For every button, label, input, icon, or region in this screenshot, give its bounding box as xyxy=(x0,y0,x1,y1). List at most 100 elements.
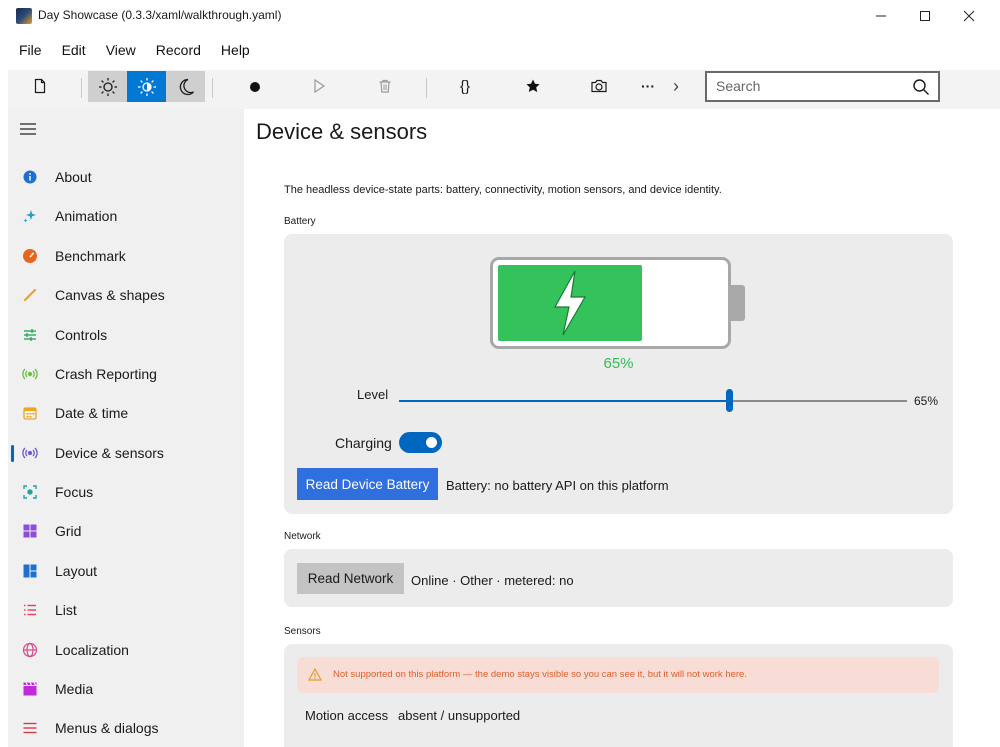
screenshot-button[interactable] xyxy=(580,70,618,102)
window-title: Day Showcase (0.3.3/xaml/walkthrough.yam… xyxy=(38,8,282,22)
list-icon xyxy=(22,602,38,618)
level-slider-thumb[interactable] xyxy=(726,389,733,412)
contrast-sun-icon xyxy=(137,77,156,96)
play-button[interactable] xyxy=(300,70,338,102)
focus-icon xyxy=(22,484,38,500)
gauge-icon xyxy=(22,248,38,264)
menu-view[interactable]: View xyxy=(96,38,146,64)
sidebar: About Animation Benchmark Canvas & shape… xyxy=(8,109,244,747)
motion-access-label: Motion access xyxy=(305,708,389,723)
sidebar-item-label: Device & sensors xyxy=(55,445,164,461)
maximize-button[interactable] xyxy=(902,0,948,32)
lightning-bolt-icon xyxy=(553,270,587,336)
sidebar-item-localization[interactable]: Localization xyxy=(8,632,244,668)
new-document-button[interactable] xyxy=(21,70,59,102)
sidebar-item-label: Benchmark xyxy=(55,248,126,264)
level-slider-fill xyxy=(399,400,729,402)
sidebar-item-menus-dialogs[interactable]: Menus & dialogs xyxy=(8,710,244,746)
search-icon[interactable] xyxy=(912,78,930,96)
sidebar-item-list[interactable]: List xyxy=(8,592,244,628)
sidebar-item-label: Crash Reporting xyxy=(55,366,157,382)
sensors-card: Not supported on this platform — the dem… xyxy=(284,644,953,747)
menu-edit[interactable]: Edit xyxy=(52,38,96,64)
menu-help[interactable]: Help xyxy=(211,38,260,64)
unsupported-warning: Not supported on this platform — the dem… xyxy=(297,657,939,693)
sidebar-item-crash-reporting[interactable]: Crash Reporting xyxy=(8,356,244,392)
chevron-right-icon: › xyxy=(673,75,679,96)
sidebar-item-controls[interactable]: Controls xyxy=(8,317,244,353)
menu-icon xyxy=(22,720,38,736)
sun-icon xyxy=(98,77,117,96)
sidebar-item-device-sensors[interactable]: Device & sensors xyxy=(8,435,244,471)
network-card: Read Network Online · Other · metered: n… xyxy=(284,549,953,607)
charging-label: Charging xyxy=(335,435,392,451)
sparkle-icon xyxy=(22,208,38,224)
hamburger-button[interactable] xyxy=(20,122,36,141)
main-content: Device & sensors The headless device-sta… xyxy=(244,109,1000,747)
toolbar: {} ··· › xyxy=(8,70,1000,109)
minimize-button[interactable] xyxy=(858,0,904,32)
sidebar-item-label: Animation xyxy=(55,208,118,224)
level-slider-value: 65% xyxy=(914,394,939,408)
menu-file[interactable]: File xyxy=(0,38,52,64)
level-slider[interactable] xyxy=(399,389,907,412)
sidebar-item-grid[interactable]: Grid xyxy=(8,513,244,549)
code-button[interactable]: {} xyxy=(446,70,484,102)
menu-bar: File Edit View Record Help xyxy=(0,38,260,64)
braces-icon: {} xyxy=(459,77,471,95)
sidebar-item-media[interactable]: Media xyxy=(8,671,244,707)
grid-icon xyxy=(22,523,38,539)
layout-icon xyxy=(22,563,38,579)
more-button[interactable]: ··· xyxy=(629,70,667,102)
sidebar-item-focus[interactable]: Focus xyxy=(8,474,244,510)
auto-theme-button[interactable] xyxy=(127,71,166,102)
document-icon xyxy=(34,78,46,94)
battery-level-fill xyxy=(498,265,642,341)
battery-section-label: Battery xyxy=(284,216,316,227)
sidebar-item-layout[interactable]: Layout xyxy=(8,553,244,589)
toolbar-separator xyxy=(426,78,427,98)
close-icon xyxy=(963,10,975,22)
battery-status-text: Battery: no battery API on this platform xyxy=(446,478,669,493)
read-device-battery-button[interactable]: Read Device Battery xyxy=(297,468,438,500)
sidebar-item-label: Media xyxy=(55,681,94,697)
menu-record[interactable]: Record xyxy=(146,38,211,64)
light-theme-button[interactable] xyxy=(88,71,127,102)
sensor-icon xyxy=(22,445,38,461)
delete-button[interactable] xyxy=(366,70,404,102)
close-button[interactable] xyxy=(946,0,992,32)
sliders-icon xyxy=(22,327,38,343)
sidebar-item-label: Focus xyxy=(55,484,94,500)
sidebar-item-date-time[interactable]: Date & time xyxy=(8,395,244,431)
sidebar-item-label: Date & time xyxy=(55,405,129,421)
more-icon: ··· xyxy=(641,78,655,94)
sidebar-item-about[interactable]: About xyxy=(8,159,244,195)
dark-theme-button[interactable] xyxy=(166,71,205,102)
brush-icon xyxy=(22,287,38,303)
network-status-text: Online · Other · metered: no xyxy=(411,573,574,588)
hamburger-icon xyxy=(20,123,36,135)
charging-toggle[interactable] xyxy=(399,432,442,453)
search-input[interactable] xyxy=(716,78,906,94)
sidebar-item-benchmark[interactable]: Benchmark xyxy=(8,238,244,274)
calendar-icon xyxy=(22,405,38,421)
info-icon xyxy=(22,169,38,185)
favorite-button[interactable] xyxy=(514,70,552,102)
page-description: The headless device-state parts: battery… xyxy=(284,184,722,196)
sidebar-item-animation[interactable]: Animation xyxy=(8,198,244,234)
toggle-knob xyxy=(426,437,437,448)
page-title: Device & sensors xyxy=(256,119,428,144)
sidebar-item-label: Localization xyxy=(55,642,129,658)
camera-icon xyxy=(591,79,607,93)
overflow-chevron-button[interactable]: › xyxy=(664,70,688,102)
battery-terminal xyxy=(731,285,745,321)
battery-card: 65% Level 65% Charging Read Device Batte… xyxy=(284,234,953,514)
sidebar-item-label: Layout xyxy=(55,563,98,579)
read-network-button[interactable]: Read Network xyxy=(297,563,404,594)
sidebar-item-canvas-shapes[interactable]: Canvas & shapes xyxy=(8,277,244,313)
sensors-section-label: Sensors xyxy=(284,626,321,637)
sidebar-item-label: Controls xyxy=(55,327,108,343)
toolbar-separator xyxy=(81,78,82,98)
theme-selector xyxy=(88,71,206,102)
record-button[interactable] xyxy=(236,70,274,102)
